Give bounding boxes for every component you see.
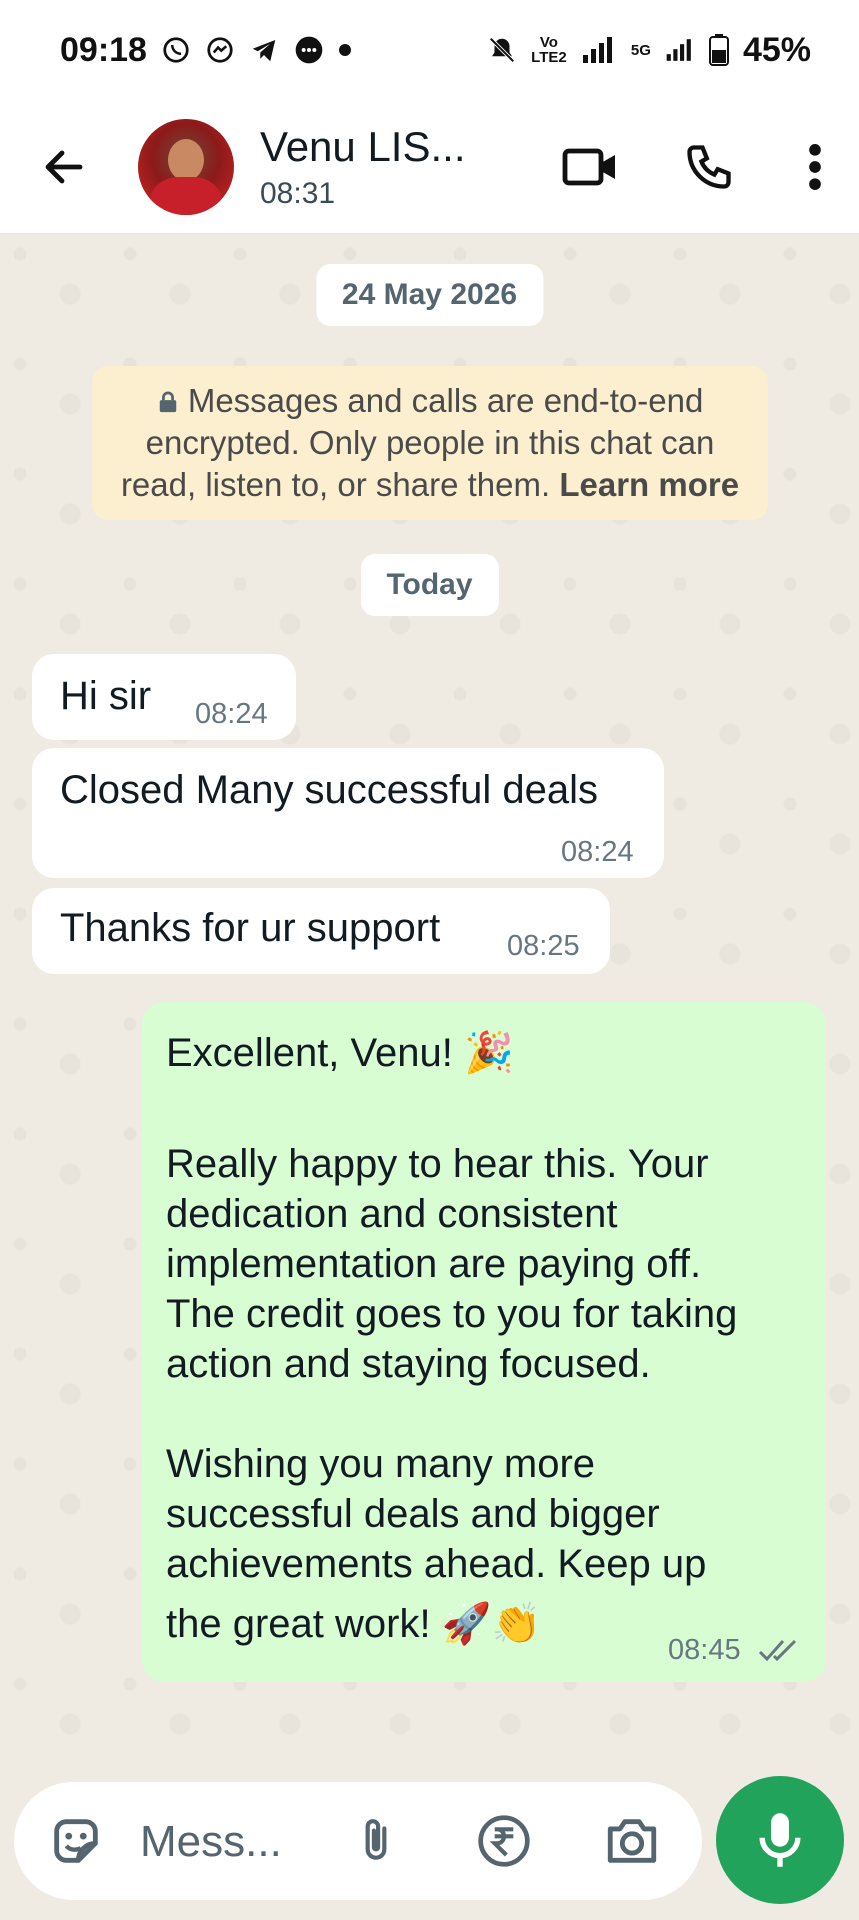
message-text: Thanks for ur support: [60, 906, 441, 950]
message-line: The credit goes to you for taking: [166, 1292, 738, 1336]
message-line: the great work! 🚀👏: [166, 1602, 542, 1646]
video-call-icon: [562, 148, 615, 186]
more-notifications-dot-icon: [338, 44, 351, 56]
message-line: dedication and consistent: [166, 1192, 618, 1236]
incoming-message[interactable]: Hi sir 08:24: [32, 654, 296, 740]
voice-call-button[interactable]: [677, 135, 741, 199]
more-options-button[interactable]: [795, 135, 835, 199]
message-line: Really happy to hear this. Your: [166, 1142, 709, 1186]
header-actions: [559, 100, 835, 234]
whatsapp-notification-icon: [161, 35, 191, 65]
back-arrow-icon: [45, 150, 83, 183]
attach-button[interactable]: [344, 1809, 408, 1873]
message-line: Excellent, Venu! 🎉: [166, 1031, 514, 1075]
chat-header: Venu LIS... 08:31: [0, 100, 859, 234]
message-time: 08:45: [668, 1634, 741, 1666]
lock-icon: [159, 391, 176, 413]
message-line: successful deals and bigger: [166, 1492, 660, 1536]
battery-percent: 45%: [742, 30, 811, 69]
paperclip-icon: [365, 1819, 387, 1860]
sticker-icon: [54, 1819, 98, 1863]
learn-more-link[interactable]: Learn more: [559, 466, 739, 503]
camera-button[interactable]: [600, 1809, 664, 1873]
message-input-bar: [14, 1782, 702, 1900]
date-separator: 24 May 2026: [315, 264, 544, 326]
contact-info[interactable]: Venu LIS... 08:31: [260, 123, 470, 211]
today-separator: Today: [360, 554, 499, 616]
phone-icon: [687, 145, 731, 189]
status-time: 09:18: [60, 30, 147, 69]
battery-icon: [708, 34, 729, 66]
message-input[interactable]: [140, 1814, 310, 1870]
status-left: 09:18: [60, 31, 351, 70]
message-text: Closed Many successful deals: [60, 768, 599, 812]
network-5g-icon: 5G: [630, 41, 651, 59]
message-time: 08:25: [507, 930, 580, 962]
rupee-icon: [478, 1815, 530, 1867]
read-ticks-icon: [758, 1639, 797, 1662]
telegram-notification-icon: [249, 35, 279, 65]
payment-button[interactable]: [472, 1809, 536, 1873]
message-line: action and staying focused.: [166, 1342, 651, 1386]
chat-notification-icon: [293, 34, 325, 66]
contact-avatar[interactable]: [138, 118, 234, 215]
camera-icon: [607, 1819, 657, 1863]
outgoing-message[interactable]: Excellent, Venu! 🎉 Really happy to hear …: [142, 1002, 826, 1682]
sticker-button[interactable]: [44, 1809, 108, 1873]
back-button[interactable]: [32, 135, 96, 199]
incoming-message[interactable]: Closed Many successful deals 08:24: [32, 748, 664, 878]
volte-icon: Vo LTE2: [531, 34, 567, 66]
message-line: Wishing you many more: [166, 1442, 596, 1486]
encryption-notice[interactable]: Messages and calls are end-to-end encryp…: [92, 366, 768, 520]
messenger-notification-icon: [205, 35, 235, 65]
message-time: 08:24: [195, 698, 268, 730]
message-line: implementation are paying off.: [166, 1242, 702, 1286]
message-line: achievements ahead. Keep up: [166, 1542, 707, 1586]
signal-strength-2-icon: [665, 35, 695, 65]
message-text: Hi sir: [60, 674, 152, 718]
status-right: Vo LTE2 5G 45%: [487, 31, 811, 70]
signal-strength-1-icon: [581, 35, 617, 65]
video-call-button[interactable]: [559, 135, 623, 199]
last-seen: 08:31: [260, 176, 336, 210]
mute-bell-icon: [487, 34, 517, 66]
status-bar: 09:18 Vo LTE2 5G 45%: [0, 0, 859, 100]
microphone-icon: [759, 1813, 801, 1867]
message-time: 08:24: [561, 836, 634, 868]
contact-name: Venu LIS...: [260, 122, 466, 170]
incoming-message[interactable]: Thanks for ur support 08:25: [32, 888, 610, 974]
voice-message-button[interactable]: [716, 1776, 844, 1904]
more-vert-icon: [809, 144, 821, 190]
